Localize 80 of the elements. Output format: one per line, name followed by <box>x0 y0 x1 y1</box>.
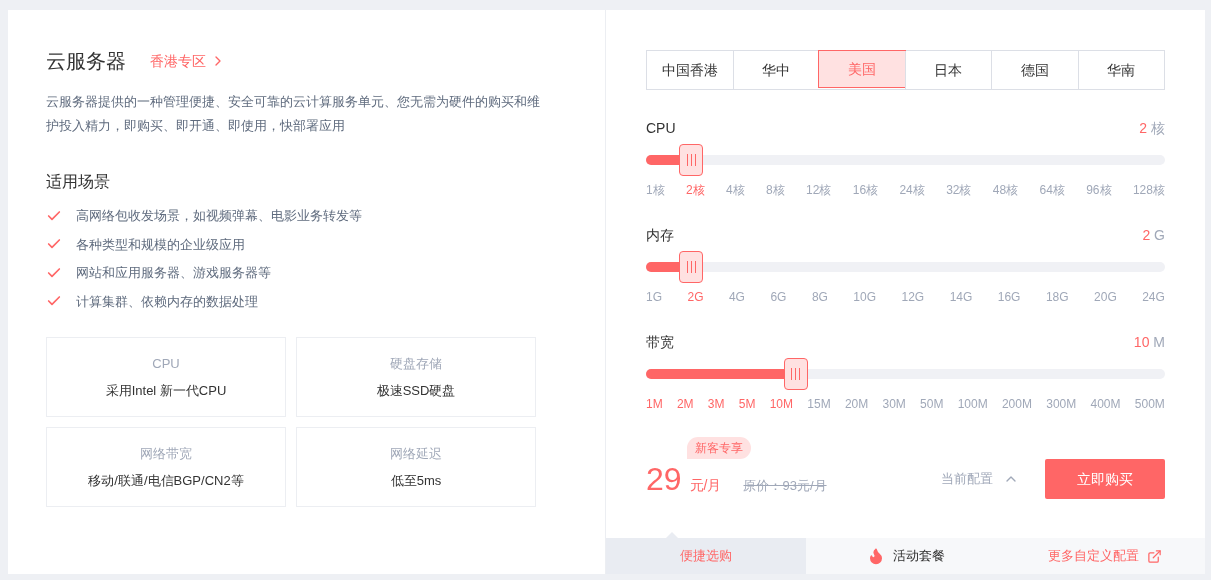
feature-value: 移动/联通/电信BGP/CN2等 <box>88 472 244 490</box>
tick-label[interactable]: 2G <box>687 288 704 306</box>
tick-label[interactable]: 16G <box>997 288 1021 306</box>
tick-label[interactable]: 48核 <box>992 181 1019 199</box>
scenario-text: 各种类型和规模的企业级应用 <box>76 235 245 254</box>
tick-label[interactable]: 1M <box>646 395 663 413</box>
slider-track[interactable] <box>646 262 1165 272</box>
slider-track[interactable] <box>646 369 1165 379</box>
slider-handle[interactable] <box>679 251 704 283</box>
region-tab[interactable]: 美国 <box>818 50 906 88</box>
tick-label[interactable]: 8核 <box>766 181 785 199</box>
region-tab[interactable]: 日本 <box>904 51 991 89</box>
section-title: 适用场景 <box>46 172 111 192</box>
slider-track[interactable] <box>646 155 1165 165</box>
tick-label[interactable]: 16核 <box>852 181 879 199</box>
slider-label: 内存 <box>646 226 674 245</box>
tick-label[interactable]: 400M <box>1090 395 1121 413</box>
tick-label[interactable]: 300M <box>1046 395 1077 413</box>
product-description: 云服务器提供的一种管理便捷、安全可靠的云计算服务单元、您无需为硬件的购买和维护投入精力，即购买、即开通、即使用，快部署应用 <box>46 93 541 135</box>
tick-label[interactable]: 200M <box>1001 395 1032 413</box>
slider-label: 带宽 <box>646 333 674 352</box>
tick-label[interactable]: 1核 <box>646 181 665 199</box>
feature-label: CPU <box>152 354 180 373</box>
feature-value: 采用Intel 新一代CPU <box>105 382 227 400</box>
slider-value: 2 核 <box>1139 119 1165 138</box>
tick-label[interactable]: 100M <box>957 395 988 413</box>
tick-label[interactable]: 96核 <box>1086 181 1112 199</box>
tick-label[interactable]: 3M <box>707 395 725 413</box>
region-tab[interactable]: 中国香港 <box>647 51 733 89</box>
price-amount: 29 <box>646 460 682 499</box>
price-unit: 元/月 <box>689 476 722 495</box>
new-customer-badge: 新客专享 <box>687 437 751 459</box>
slider-label: CPU <box>646 119 676 138</box>
region-tab[interactable]: 华南 <box>1077 51 1164 89</box>
tick-label[interactable]: 4核 <box>726 181 745 199</box>
tick-label[interactable]: 6G <box>770 288 787 306</box>
original-price: 原价：93元/月 <box>743 477 827 495</box>
config-toggle[interactable]: 当前配置 <box>941 469 1019 489</box>
bottom-tab[interactable]: 更多自定义配置 <box>1005 538 1205 574</box>
tick-label[interactable]: 2核 <box>686 181 705 199</box>
tick-label[interactable]: 20M <box>844 395 869 413</box>
tick-label[interactable]: 500M <box>1134 395 1165 413</box>
tick-label[interactable]: 50M <box>920 395 944 413</box>
scenario-text: 高网络包收发场景，如视频弹幕、电影业务转发等 <box>76 207 362 225</box>
tick-label[interactable]: 10G <box>853 288 877 306</box>
tick-label[interactable]: 128核 <box>1132 181 1165 199</box>
slider-handle[interactable] <box>679 144 704 176</box>
buy-button[interactable]: 立即购买 <box>1045 459 1165 499</box>
scenario-text: 网站和应用服务器、游戏服务器等 <box>76 264 271 282</box>
tick-label[interactable]: 8G <box>811 288 828 306</box>
tick-label[interactable]: 4G <box>728 288 745 306</box>
tick-label[interactable]: 32核 <box>946 181 972 199</box>
tick-label[interactable]: 24G <box>1142 288 1165 306</box>
external-link-icon <box>1147 548 1163 564</box>
tick-label[interactable]: 12G <box>901 288 925 306</box>
zone-link[interactable]: 香港专区 <box>150 50 226 72</box>
tick-label[interactable]: 5M <box>738 395 756 413</box>
feature-value: 极速SSD硬盘 <box>376 382 456 400</box>
scenario-text: 计算集群、依赖内存的数据处理 <box>76 292 258 311</box>
feature-label: 硬盘存储 <box>390 354 442 373</box>
slider-handle[interactable] <box>784 358 808 390</box>
tick-label[interactable]: 20G <box>1094 288 1117 306</box>
feature-label: 网络带宽 <box>140 444 192 463</box>
tick-label[interactable]: 64核 <box>1039 181 1065 199</box>
tick-label[interactable]: 18G <box>1045 288 1069 306</box>
tick-label[interactable]: 14G <box>949 288 973 306</box>
slider-value: 2 G <box>1142 226 1165 245</box>
tick-label[interactable]: 1G <box>646 288 662 306</box>
tick-label[interactable]: 12核 <box>806 181 832 199</box>
feature-value: 低至5ms <box>390 472 442 490</box>
bottom-tab[interactable]: 活动套餐 <box>805 538 1006 574</box>
tick-label[interactable]: 15M <box>807 395 831 413</box>
tick-label[interactable]: 10M <box>769 395 794 413</box>
slider-value: 10 M <box>1133 333 1165 352</box>
feature-label: 网络延迟 <box>390 444 442 463</box>
region-tab[interactable]: 德国 <box>991 51 1078 89</box>
tick-label[interactable]: 2M <box>676 395 694 413</box>
tick-label[interactable]: 24核 <box>899 181 925 199</box>
tick-label[interactable]: 30M <box>882 395 906 413</box>
product-title: 云服务器 <box>46 49 126 74</box>
